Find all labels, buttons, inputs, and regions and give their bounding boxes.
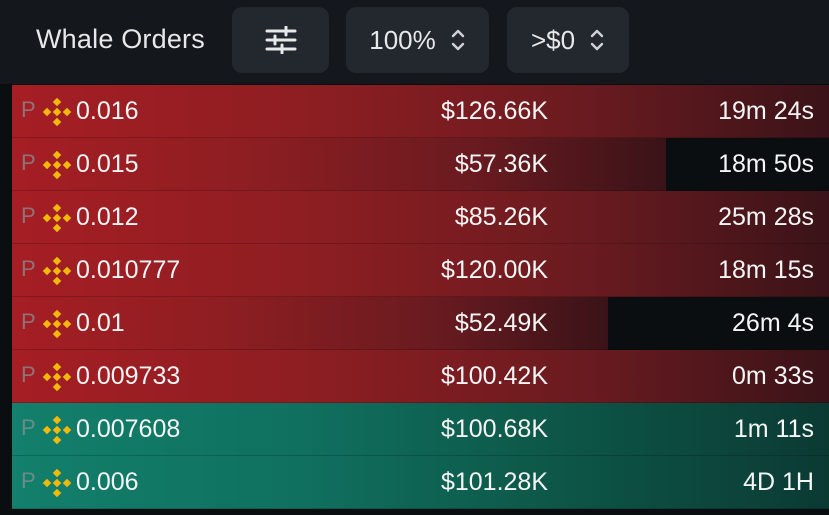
perp-tag: P [21, 362, 36, 387]
order-row[interactable]: P 0.016 $126.66K 19m 24s [12, 85, 829, 138]
order-age: 1m 11s [733, 415, 814, 443]
order-age: 25m 28s [718, 203, 814, 231]
order-amount: $52.49K [454, 309, 548, 337]
perp-tag: P [21, 150, 36, 175]
order-age: 18m 50s [718, 150, 814, 178]
perp-tag: P [21, 468, 36, 493]
order-row[interactable]: P 0.010777 $120.00K 18m 15s [12, 244, 829, 297]
order-price: 0.015 [76, 150, 139, 178]
perp-tag: P [21, 203, 36, 228]
order-amount: $57.36K [454, 150, 548, 178]
bnb-coin-icon [42, 151, 72, 179]
order-row[interactable]: P 0.006 $101.28K 4D 1H [12, 456, 829, 509]
perp-tag: P [21, 97, 36, 122]
order-price: 0.016 [76, 97, 139, 125]
bnb-coin-icon [42, 416, 72, 444]
row-divider [12, 508, 829, 509]
order-row[interactable]: P 0.015 $57.36K 18m 50s [12, 138, 829, 191]
filter-settings-button[interactable] [232, 7, 329, 73]
perp-tag: P [21, 309, 36, 334]
order-price: 0.006 [76, 468, 139, 496]
bnb-coin-icon [42, 204, 72, 232]
min-amount-select[interactable]: >$0 [507, 7, 629, 73]
order-price: 0.007608 [76, 415, 181, 443]
order-amount: $126.66K [440, 97, 548, 125]
page-title: Whale Orders [36, 24, 205, 54]
order-price: 0.01 [76, 309, 125, 337]
order-amount: $85.26K [454, 203, 548, 231]
bnb-coin-icon [42, 257, 72, 285]
order-amount: $101.28K [440, 468, 548, 496]
bnb-coin-icon [42, 363, 72, 391]
zoom-value: 100% [369, 24, 436, 55]
zoom-select[interactable]: 100% [346, 7, 489, 73]
order-age: 18m 15s [718, 256, 814, 284]
updown-chevron-icon [590, 29, 604, 51]
order-row[interactable]: P 0.01 $52.49K 26m 4s [12, 297, 829, 350]
whale-order-list: P 0.016 $126.66K 19m 24s P 0.015 $57.36K 18m 50… [12, 85, 829, 515]
order-age: 4D 1H [743, 468, 814, 496]
order-price: 0.012 [76, 203, 139, 231]
order-row[interactable]: P 0.007608 $100.68K 1m 11s [12, 403, 829, 456]
bnb-coin-icon [42, 310, 72, 338]
min-amount-value: >$0 [530, 24, 576, 55]
order-amount: $100.68K [440, 415, 548, 443]
order-row[interactable]: P 0.012 $85.26K 25m 28s [12, 191, 829, 244]
sliders-icon [265, 26, 296, 54]
order-age: 19m 24s [718, 97, 814, 125]
bnb-coin-icon [42, 469, 72, 497]
order-amount: $100.42K [440, 362, 548, 390]
order-price: 0.010777 [76, 256, 181, 284]
perp-tag: P [21, 415, 36, 440]
header: Whale Orders 100% >$0 [0, 0, 829, 84]
perp-tag: P [21, 256, 36, 281]
order-amount: $120.00K [440, 256, 548, 284]
order-age: 0m 33s [732, 362, 814, 390]
bnb-coin-icon [42, 98, 72, 126]
order-age: 26m 4s [732, 309, 814, 337]
updown-chevron-icon [451, 29, 464, 51]
order-row[interactable]: P 0.009733 $100.42K 0m 33s [12, 350, 829, 403]
order-price: 0.009733 [76, 362, 181, 390]
